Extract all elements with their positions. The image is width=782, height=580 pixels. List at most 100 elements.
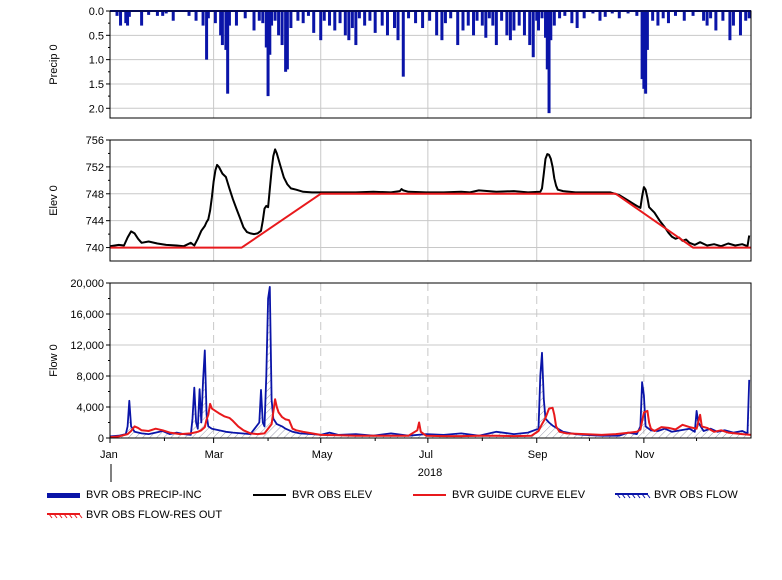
precip-bar — [744, 11, 748, 21]
precip-bar — [428, 11, 432, 21]
y-tick-label: 1.5 — [89, 79, 104, 91]
precip-bar — [243, 11, 247, 19]
precip-bar — [540, 11, 544, 19]
precip-bar — [645, 11, 649, 50]
precip-bar — [721, 11, 725, 21]
precip-bar — [466, 11, 470, 26]
y-tick-label: 8,000 — [76, 371, 104, 383]
y-tick-label: 12,000 — [70, 340, 104, 352]
precip-bar — [140, 11, 144, 26]
y-tick-label: 2.0 — [89, 103, 104, 115]
precip-bar — [273, 11, 277, 21]
precip-bar — [333, 11, 337, 31]
precip-bar — [487, 11, 491, 19]
precip-bar — [491, 11, 495, 26]
precip-bar — [651, 11, 655, 21]
precip-bar — [285, 11, 289, 70]
x-tick-label: May — [312, 449, 333, 461]
y-tick-label: 752 — [86, 162, 104, 174]
precip-bar — [171, 11, 175, 21]
precip-bar — [598, 11, 602, 21]
precip-bar — [194, 11, 198, 21]
precip-bar — [396, 11, 400, 41]
precip-bar — [312, 11, 316, 33]
precip-bar — [257, 11, 261, 21]
precip-bar — [373, 11, 377, 33]
precip-bar — [461, 11, 465, 31]
precip-bar — [338, 11, 342, 24]
precip-bar — [354, 11, 358, 46]
y-tick-label: 0.5 — [89, 30, 104, 42]
legend-label: BVR OBS ELEV — [292, 489, 373, 501]
precip-bar — [522, 11, 526, 36]
flow-panel: 0 4,000 8,000 12,000 16,000 20,000 Flow 0 — [48, 278, 752, 445]
x-year-label: 2018 — [418, 467, 442, 479]
legend-swatch-precip — [47, 493, 80, 498]
precip-bar — [280, 11, 284, 46]
precip-bar — [656, 11, 660, 26]
y-axis-label: Flow 0 — [48, 344, 60, 376]
y-tick-label: 744 — [86, 216, 104, 228]
precip-bar — [728, 11, 732, 41]
precip-bar — [494, 11, 498, 46]
precip-bar — [270, 11, 274, 26]
x-tick-label: Jul — [419, 449, 433, 461]
legend-hatch-mark — [78, 513, 83, 519]
elevation-panel: 740 744 748 752 756 Elev 0 — [48, 135, 752, 262]
precip-bar — [289, 11, 293, 29]
precip-bar — [261, 11, 265, 24]
x-tick-label: Sep — [528, 449, 548, 461]
y-tick-label: 1.0 — [89, 55, 104, 67]
precip-bar — [709, 11, 713, 19]
precip-bar — [234, 11, 238, 26]
legend: BVR OBS PRECIP-INC BVR OBS ELEV BVR GUIDE … — [47, 489, 738, 521]
precip-bar — [414, 11, 418, 24]
precip-bar — [421, 11, 425, 29]
y-tick-label: 740 — [86, 243, 104, 255]
precip-bar — [119, 11, 123, 26]
precip-bar — [480, 11, 484, 26]
precip-bar — [549, 11, 553, 41]
precip-bar — [570, 11, 574, 24]
precip-bar — [401, 11, 405, 77]
y-tick-label: 0 — [98, 433, 104, 445]
x-axis: Jan Mar May Jul Sep Nov 2018 — [100, 438, 698, 482]
x-tick-label: Nov — [635, 449, 655, 461]
precip-bar — [456, 11, 460, 46]
precip-bar — [368, 11, 372, 21]
precip-bar — [407, 11, 411, 19]
precip-bar — [319, 11, 323, 41]
legend-label: BVR GUIDE CURVE ELEV — [452, 489, 586, 501]
y-tick-label: 0.0 — [89, 6, 104, 18]
plot-area — [110, 140, 751, 261]
precip-bar — [322, 11, 326, 21]
y-axis-label: Elev 0 — [48, 185, 60, 216]
precip-bar — [705, 11, 709, 26]
precip-bar — [440, 11, 444, 41]
precip-bar — [517, 11, 521, 26]
precip-bar — [252, 11, 256, 31]
x-tick-label: Mar — [205, 449, 224, 461]
precip-panel: 0.0 0.5 1.0 1.5 2.0 Precip 0 — [48, 6, 752, 119]
precip-bar — [505, 11, 509, 36]
y-axis-label: Precip 0 — [48, 44, 60, 84]
precip-bar — [575, 11, 579, 29]
precip-bar — [328, 11, 332, 26]
legend-hatch-mark — [646, 493, 651, 499]
legend-label: BVR OBS PRECIP-INC — [86, 489, 202, 501]
precip-bar — [512, 11, 516, 31]
precip-bar — [714, 11, 718, 31]
precip-bar — [702, 11, 706, 21]
y-tick-label: 756 — [86, 135, 104, 147]
precip-bar — [472, 11, 476, 36]
x-tick-label: Jan — [100, 449, 118, 461]
precip-bar — [682, 11, 686, 21]
precip-bar — [277, 11, 281, 36]
precip-bar — [738, 11, 742, 36]
precip-bar — [296, 11, 300, 21]
precip-bar — [301, 11, 305, 24]
precip-bar — [443, 11, 447, 24]
precip-bar — [350, 11, 354, 29]
precip-bar — [747, 11, 751, 19]
precip-bar — [617, 11, 621, 19]
